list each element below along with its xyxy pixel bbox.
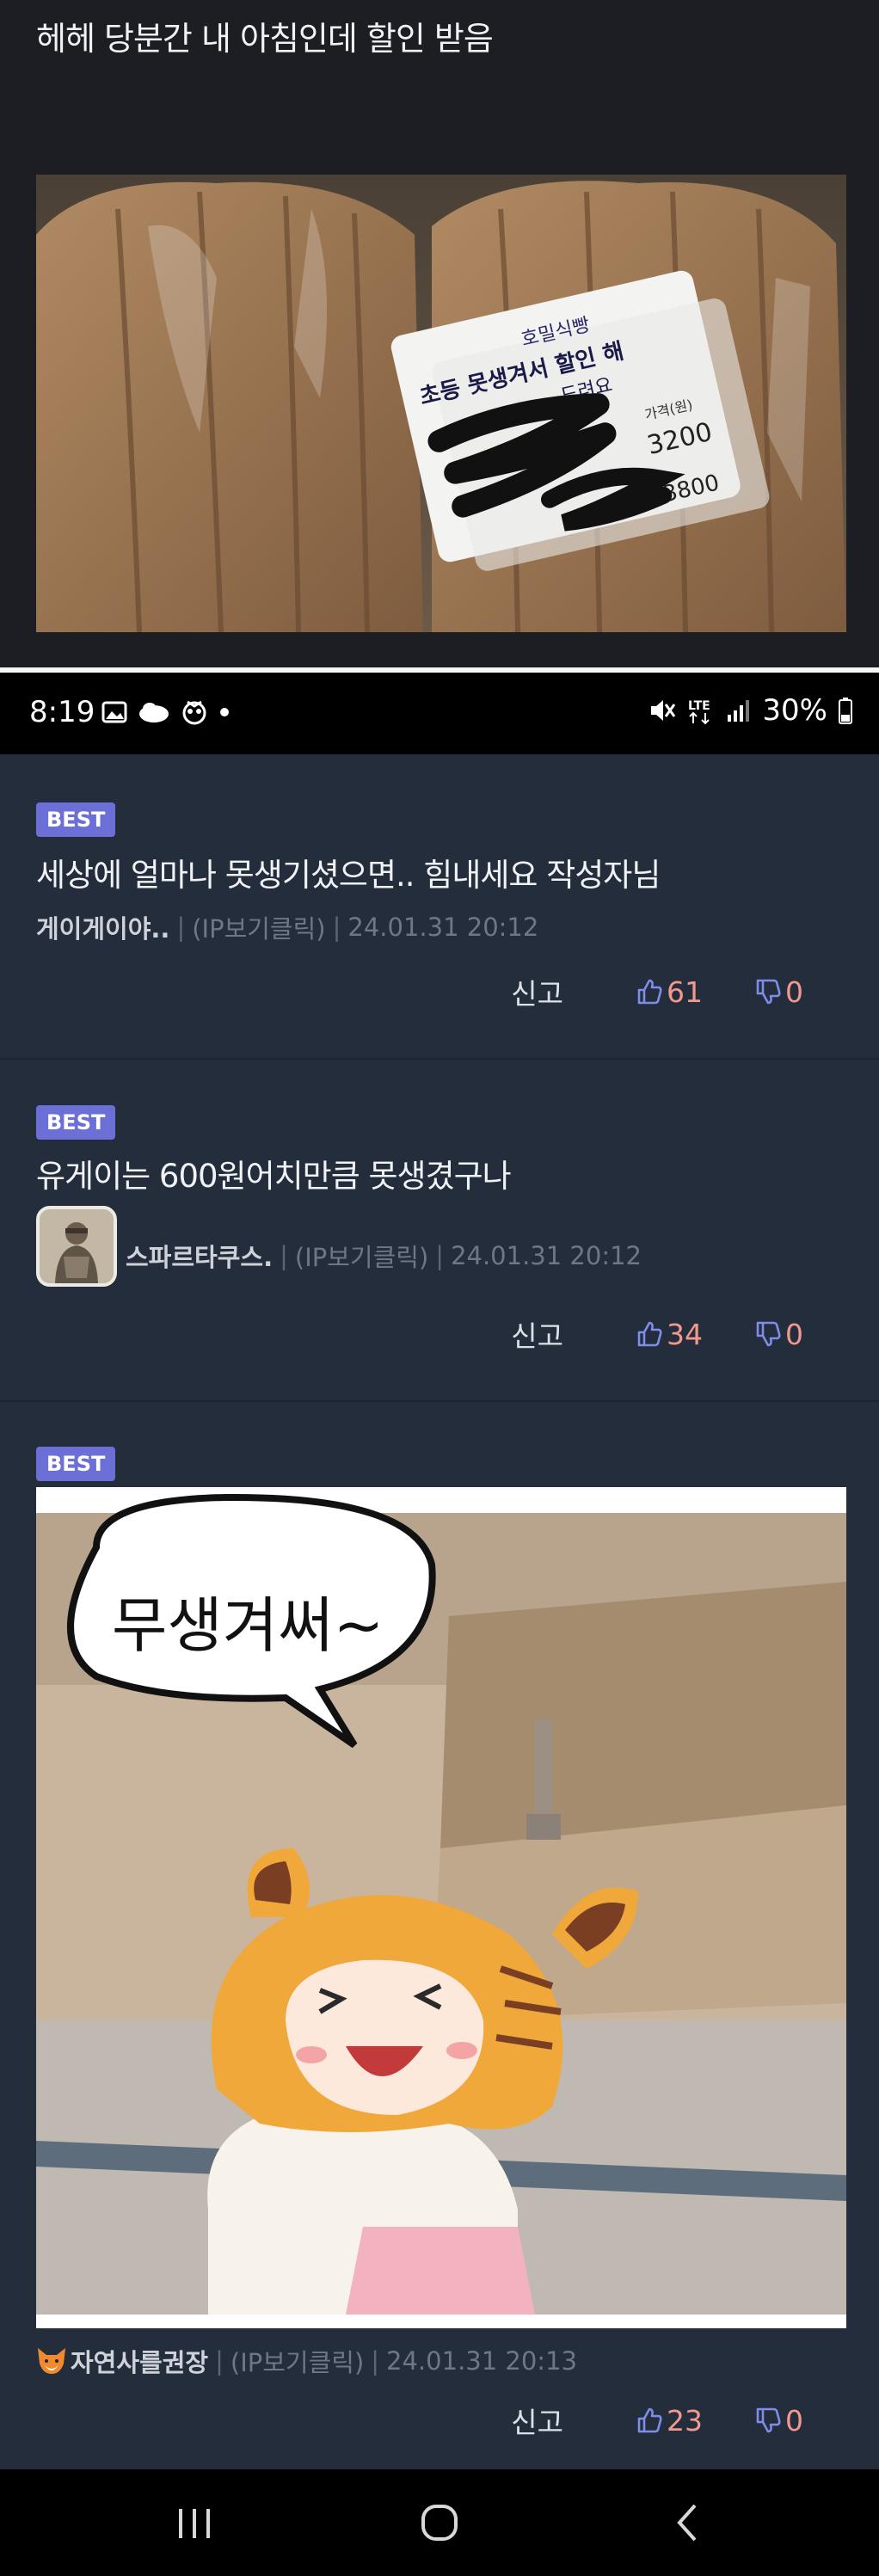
more-notifications-dot <box>220 708 229 716</box>
best-badge: BEST <box>36 1447 116 1481</box>
thumbs-up-icon <box>637 1321 662 1347</box>
report-button[interactable]: 신고 <box>511 971 563 1012</box>
back-button[interactable] <box>662 2499 714 2547</box>
dislike-count: 0 <box>785 974 803 1009</box>
meta-separator: | <box>280 1241 288 1270</box>
dislike-button[interactable]: 0 <box>754 2404 803 2438</box>
dislike-count: 0 <box>785 1317 803 1351</box>
thumbs-up-icon <box>637 2407 662 2433</box>
comment-text: 유게이는 600원어치만큼 못생겼구나 <box>36 1158 512 1195</box>
comment-meta: 스파르타쿠스. | (IP보기클릭) | 24.01.31 20:12 <box>126 1238 642 1274</box>
thumbs-down-icon <box>756 1321 781 1347</box>
comment-meta: 게이게이야.. | (IP보기클릭) | 24.01.31 20:12 <box>36 909 538 945</box>
battery-percent: 30% <box>762 693 827 728</box>
meme-image[interactable]: 무생겨써~ <box>36 1487 846 2328</box>
comment-actions: 신고 61 0 <box>511 971 803 1012</box>
thumbs-down-icon <box>756 979 781 1005</box>
comment-actions: 신고 34 0 <box>511 1313 803 1355</box>
recent-apps-button[interactable] <box>169 2499 220 2547</box>
best-badge: BEST <box>36 1105 116 1140</box>
meme-speech-text: 무생겨써~ <box>112 1590 384 1661</box>
ip-view-link[interactable]: (IP보기클릭) <box>231 2343 364 2379</box>
like-count: 34 <box>667 1317 703 1351</box>
bread-photo: 호밀식빵 초등 못생겨서 할인 해 드려요 가격(원) 3200 3800 <box>36 175 846 632</box>
like-button[interactable]: 34 <box>636 1318 703 1351</box>
comment-meta: 자연사를권장 | (IP보기클릭) | 24.01.31 20:13 <box>36 2343 577 2379</box>
comment-item: BEST 세상에 얼마나 못생기셨으면.. 힘내세요 작성자님 게이게이야.. … <box>0 754 879 1060</box>
comment-nickname[interactable]: 스파르타쿠스. <box>126 1238 273 1274</box>
ip-view-link[interactable]: (IP보기클릭) <box>295 1238 428 1274</box>
comment-item: BEST 유게이는 600원어치만큼 못생겼구나 스파르타쿠스. | (IP보기… <box>0 1060 879 1402</box>
notification-icons <box>101 698 231 726</box>
dislike-count: 0 <box>785 2403 803 2438</box>
comment-date: 24.01.31 20:12 <box>347 913 539 942</box>
like-count: 61 <box>667 974 703 1009</box>
cloud-app-icon <box>139 703 169 722</box>
meta-separator: | <box>176 913 186 942</box>
like-count: 23 <box>667 2403 703 2438</box>
post-title: 헤헤 당분간 내 아침인데 할인 받음 <box>36 20 494 58</box>
comment-date: 24.01.31 20:13 <box>386 2346 577 2376</box>
navigation-bar <box>0 2469 879 2576</box>
status-time: 8:19 <box>29 695 95 729</box>
comment-nickname[interactable]: 자연사를권장 <box>71 2343 208 2379</box>
thumbs-down-icon <box>756 2407 781 2433</box>
status-bar: 8:19 LTE 30% <box>0 673 879 754</box>
gallery-icon <box>101 701 127 723</box>
meta-separator: | <box>215 2346 224 2376</box>
battery-icon <box>839 698 852 724</box>
svg-text:LTE: LTE <box>688 699 710 713</box>
report-button[interactable]: 신고 <box>511 2400 563 2441</box>
ip-view-link[interactable]: (IP보기클릭) <box>192 909 325 945</box>
best-badge: BEST <box>36 802 116 837</box>
meta-separator: | <box>332 913 341 942</box>
avatar[interactable] <box>36 1206 117 1287</box>
comment-date: 24.01.31 20:12 <box>451 1241 642 1270</box>
lte-icon: LTE <box>688 699 710 725</box>
report-button[interactable]: 신고 <box>511 1313 563 1355</box>
home-button[interactable] <box>414 2499 465 2547</box>
dislike-button[interactable]: 0 <box>754 975 803 1009</box>
like-button[interactable]: 23 <box>636 2404 703 2438</box>
dislike-button[interactable]: 0 <box>754 1318 803 1351</box>
comment-nickname[interactable]: 게이게이야.. <box>36 909 169 945</box>
meta-separator: | <box>371 2346 380 2376</box>
comment-actions: 신고 23 0 <box>511 2400 803 2441</box>
comment-text: 세상에 얼마나 못생기셨으면.. 힘내세요 작성자님 <box>36 857 661 894</box>
system-status: LTE 30% <box>648 693 853 728</box>
app-face-icon <box>182 700 206 725</box>
signal-icon <box>728 700 750 722</box>
thumbs-up-icon <box>637 979 662 1005</box>
fox-emoji-icon <box>38 2348 65 2374</box>
mute-icon <box>651 700 676 721</box>
meta-separator: | <box>435 1241 445 1270</box>
post-header: 헤헤 당분간 내 아침인데 할인 받음 호밀식빵 초등 못생겨서 할인 해 드려… <box>0 0 879 667</box>
like-button[interactable]: 61 <box>636 975 703 1009</box>
comment-list: BEST 세상에 얼마나 못생기셨으면.. 힘내세요 작성자님 게이게이야.. … <box>0 754 879 2469</box>
